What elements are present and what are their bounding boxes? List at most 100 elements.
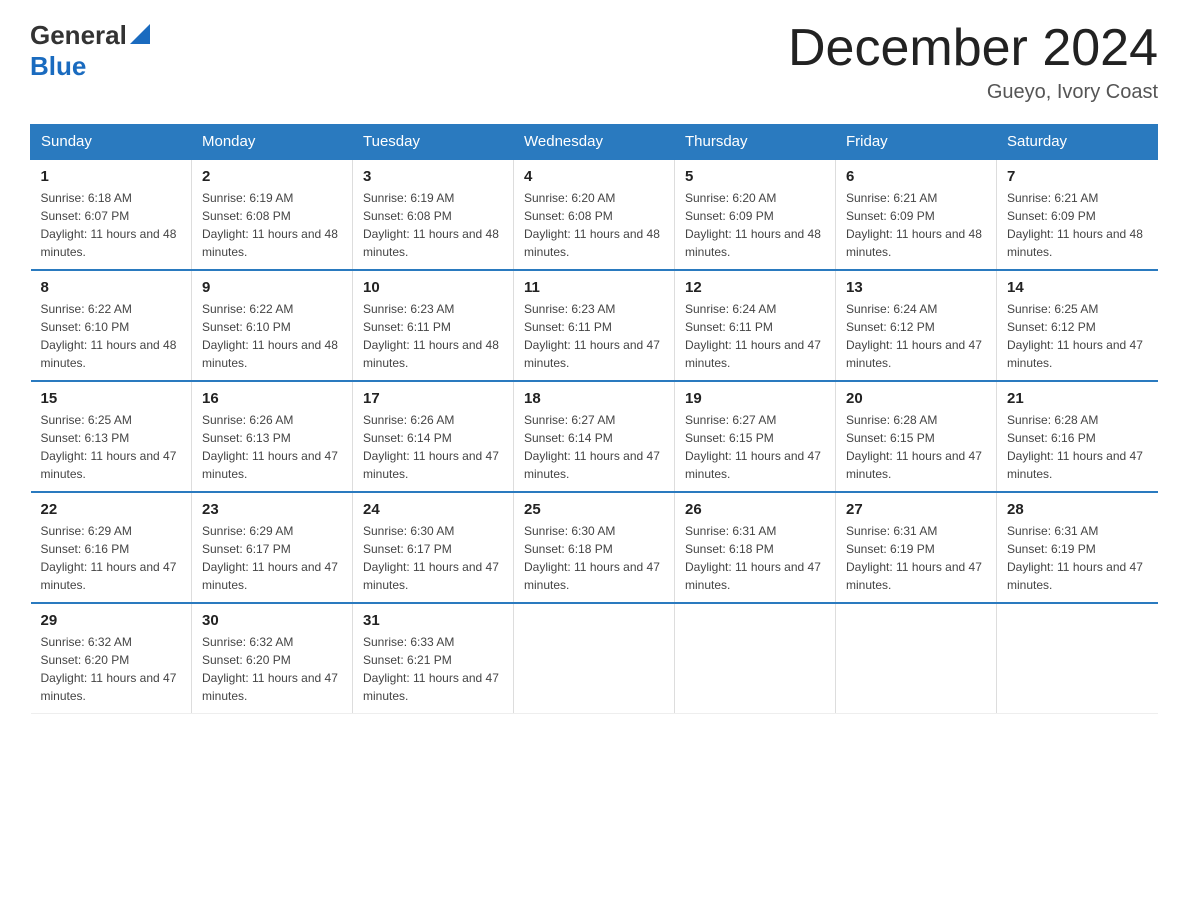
day-number: 15	[41, 390, 182, 407]
calendar-cell: 18 Sunrise: 6:27 AM Sunset: 6:14 PM Dayl…	[514, 381, 675, 492]
day-number: 30	[202, 612, 342, 629]
calendar-cell: 1 Sunrise: 6:18 AM Sunset: 6:07 PM Dayli…	[31, 159, 192, 270]
day-number: 22	[41, 501, 182, 518]
day-info: Sunrise: 6:22 AM Sunset: 6:10 PM Dayligh…	[41, 300, 182, 372]
col-saturday: Saturday	[997, 125, 1158, 160]
day-info: Sunrise: 6:30 AM Sunset: 6:17 PM Dayligh…	[363, 522, 503, 594]
day-number: 20	[846, 390, 986, 407]
calendar-table: Sunday Monday Tuesday Wednesday Thursday…	[30, 124, 1158, 714]
day-info: Sunrise: 6:23 AM Sunset: 6:11 PM Dayligh…	[524, 300, 664, 372]
day-info: Sunrise: 6:19 AM Sunset: 6:08 PM Dayligh…	[202, 189, 342, 261]
day-number: 6	[846, 168, 986, 185]
day-number: 28	[1007, 501, 1148, 518]
col-sunday: Sunday	[31, 125, 192, 160]
day-number: 3	[363, 168, 503, 185]
logo: General Blue	[30, 20, 150, 82]
day-info: Sunrise: 6:24 AM Sunset: 6:11 PM Dayligh…	[685, 300, 825, 372]
calendar-cell: 31 Sunrise: 6:33 AM Sunset: 6:21 PM Dayl…	[353, 603, 514, 714]
day-number: 13	[846, 279, 986, 296]
calendar-cell: 22 Sunrise: 6:29 AM Sunset: 6:16 PM Dayl…	[31, 492, 192, 603]
day-number: 4	[524, 168, 664, 185]
calendar-week-row: 15 Sunrise: 6:25 AM Sunset: 6:13 PM Dayl…	[31, 381, 1158, 492]
logo-blue-text: Blue	[30, 51, 150, 82]
day-info: Sunrise: 6:20 AM Sunset: 6:08 PM Dayligh…	[524, 189, 664, 261]
calendar-cell: 14 Sunrise: 6:25 AM Sunset: 6:12 PM Dayl…	[997, 270, 1158, 381]
day-info: Sunrise: 6:18 AM Sunset: 6:07 PM Dayligh…	[41, 189, 182, 261]
calendar-cell: 6 Sunrise: 6:21 AM Sunset: 6:09 PM Dayli…	[836, 159, 997, 270]
calendar-cell: 17 Sunrise: 6:26 AM Sunset: 6:14 PM Dayl…	[353, 381, 514, 492]
day-info: Sunrise: 6:31 AM Sunset: 6:18 PM Dayligh…	[685, 522, 825, 594]
calendar-week-row: 29 Sunrise: 6:32 AM Sunset: 6:20 PM Dayl…	[31, 603, 1158, 714]
page-header: General Blue December 2024 Gueyo, Ivory …	[30, 20, 1158, 104]
day-number: 19	[685, 390, 825, 407]
day-info: Sunrise: 6:21 AM Sunset: 6:09 PM Dayligh…	[1007, 189, 1148, 261]
day-info: Sunrise: 6:29 AM Sunset: 6:17 PM Dayligh…	[202, 522, 342, 594]
calendar-cell: 15 Sunrise: 6:25 AM Sunset: 6:13 PM Dayl…	[31, 381, 192, 492]
calendar-header: Sunday Monday Tuesday Wednesday Thursday…	[31, 125, 1158, 160]
calendar-cell: 26 Sunrise: 6:31 AM Sunset: 6:18 PM Dayl…	[675, 492, 836, 603]
calendar-cell: 4 Sunrise: 6:20 AM Sunset: 6:08 PM Dayli…	[514, 159, 675, 270]
calendar-cell: 9 Sunrise: 6:22 AM Sunset: 6:10 PM Dayli…	[192, 270, 353, 381]
day-info: Sunrise: 6:26 AM Sunset: 6:13 PM Dayligh…	[202, 411, 342, 483]
calendar-cell: 16 Sunrise: 6:26 AM Sunset: 6:13 PM Dayl…	[192, 381, 353, 492]
day-info: Sunrise: 6:26 AM Sunset: 6:14 PM Dayligh…	[363, 411, 503, 483]
day-number: 18	[524, 390, 664, 407]
calendar-cell: 20 Sunrise: 6:28 AM Sunset: 6:15 PM Dayl…	[836, 381, 997, 492]
day-number: 2	[202, 168, 342, 185]
calendar-cell: 25 Sunrise: 6:30 AM Sunset: 6:18 PM Dayl…	[514, 492, 675, 603]
calendar-cell: 21 Sunrise: 6:28 AM Sunset: 6:16 PM Dayl…	[997, 381, 1158, 492]
day-number: 12	[685, 279, 825, 296]
calendar-cell: 2 Sunrise: 6:19 AM Sunset: 6:08 PM Dayli…	[192, 159, 353, 270]
calendar-cell: 13 Sunrise: 6:24 AM Sunset: 6:12 PM Dayl…	[836, 270, 997, 381]
day-info: Sunrise: 6:25 AM Sunset: 6:13 PM Dayligh…	[41, 411, 182, 483]
calendar-cell: 23 Sunrise: 6:29 AM Sunset: 6:17 PM Dayl…	[192, 492, 353, 603]
day-number: 27	[846, 501, 986, 518]
day-info: Sunrise: 6:31 AM Sunset: 6:19 PM Dayligh…	[846, 522, 986, 594]
day-info: Sunrise: 6:27 AM Sunset: 6:15 PM Dayligh…	[685, 411, 825, 483]
day-number: 23	[202, 501, 342, 518]
logo-general-text: General	[30, 20, 127, 51]
calendar-week-row: 22 Sunrise: 6:29 AM Sunset: 6:16 PM Dayl…	[31, 492, 1158, 603]
day-number: 11	[524, 279, 664, 296]
calendar-cell	[997, 603, 1158, 714]
day-number: 25	[524, 501, 664, 518]
day-number: 10	[363, 279, 503, 296]
col-friday: Friday	[836, 125, 997, 160]
col-tuesday: Tuesday	[353, 125, 514, 160]
day-number: 17	[363, 390, 503, 407]
day-info: Sunrise: 6:28 AM Sunset: 6:16 PM Dayligh…	[1007, 411, 1148, 483]
logo-triangle-icon	[130, 22, 150, 44]
calendar-cell: 12 Sunrise: 6:24 AM Sunset: 6:11 PM Dayl…	[675, 270, 836, 381]
day-info: Sunrise: 6:25 AM Sunset: 6:12 PM Dayligh…	[1007, 300, 1148, 372]
day-info: Sunrise: 6:33 AM Sunset: 6:21 PM Dayligh…	[363, 633, 503, 705]
day-info: Sunrise: 6:28 AM Sunset: 6:15 PM Dayligh…	[846, 411, 986, 483]
day-info: Sunrise: 6:20 AM Sunset: 6:09 PM Dayligh…	[685, 189, 825, 261]
day-info: Sunrise: 6:30 AM Sunset: 6:18 PM Dayligh…	[524, 522, 664, 594]
day-info: Sunrise: 6:29 AM Sunset: 6:16 PM Dayligh…	[41, 522, 182, 594]
day-number: 26	[685, 501, 825, 518]
title-section: December 2024 Gueyo, Ivory Coast	[788, 20, 1158, 104]
col-monday: Monday	[192, 125, 353, 160]
col-wednesday: Wednesday	[514, 125, 675, 160]
day-info: Sunrise: 6:32 AM Sunset: 6:20 PM Dayligh…	[202, 633, 342, 705]
location-text: Gueyo, Ivory Coast	[788, 81, 1158, 104]
day-number: 21	[1007, 390, 1148, 407]
calendar-cell	[675, 603, 836, 714]
day-info: Sunrise: 6:23 AM Sunset: 6:11 PM Dayligh…	[363, 300, 503, 372]
calendar-body: 1 Sunrise: 6:18 AM Sunset: 6:07 PM Dayli…	[31, 159, 1158, 714]
day-info: Sunrise: 6:24 AM Sunset: 6:12 PM Dayligh…	[846, 300, 986, 372]
day-number: 8	[41, 279, 182, 296]
header-row: Sunday Monday Tuesday Wednesday Thursday…	[31, 125, 1158, 160]
calendar-cell: 10 Sunrise: 6:23 AM Sunset: 6:11 PM Dayl…	[353, 270, 514, 381]
day-info: Sunrise: 6:19 AM Sunset: 6:08 PM Dayligh…	[363, 189, 503, 261]
calendar-cell: 27 Sunrise: 6:31 AM Sunset: 6:19 PM Dayl…	[836, 492, 997, 603]
day-number: 16	[202, 390, 342, 407]
day-number: 7	[1007, 168, 1148, 185]
calendar-cell: 24 Sunrise: 6:30 AM Sunset: 6:17 PM Dayl…	[353, 492, 514, 603]
calendar-cell: 28 Sunrise: 6:31 AM Sunset: 6:19 PM Dayl…	[997, 492, 1158, 603]
calendar-week-row: 8 Sunrise: 6:22 AM Sunset: 6:10 PM Dayli…	[31, 270, 1158, 381]
calendar-cell: 7 Sunrise: 6:21 AM Sunset: 6:09 PM Dayli…	[997, 159, 1158, 270]
day-number: 14	[1007, 279, 1148, 296]
day-info: Sunrise: 6:21 AM Sunset: 6:09 PM Dayligh…	[846, 189, 986, 261]
month-title: December 2024	[788, 20, 1158, 77]
